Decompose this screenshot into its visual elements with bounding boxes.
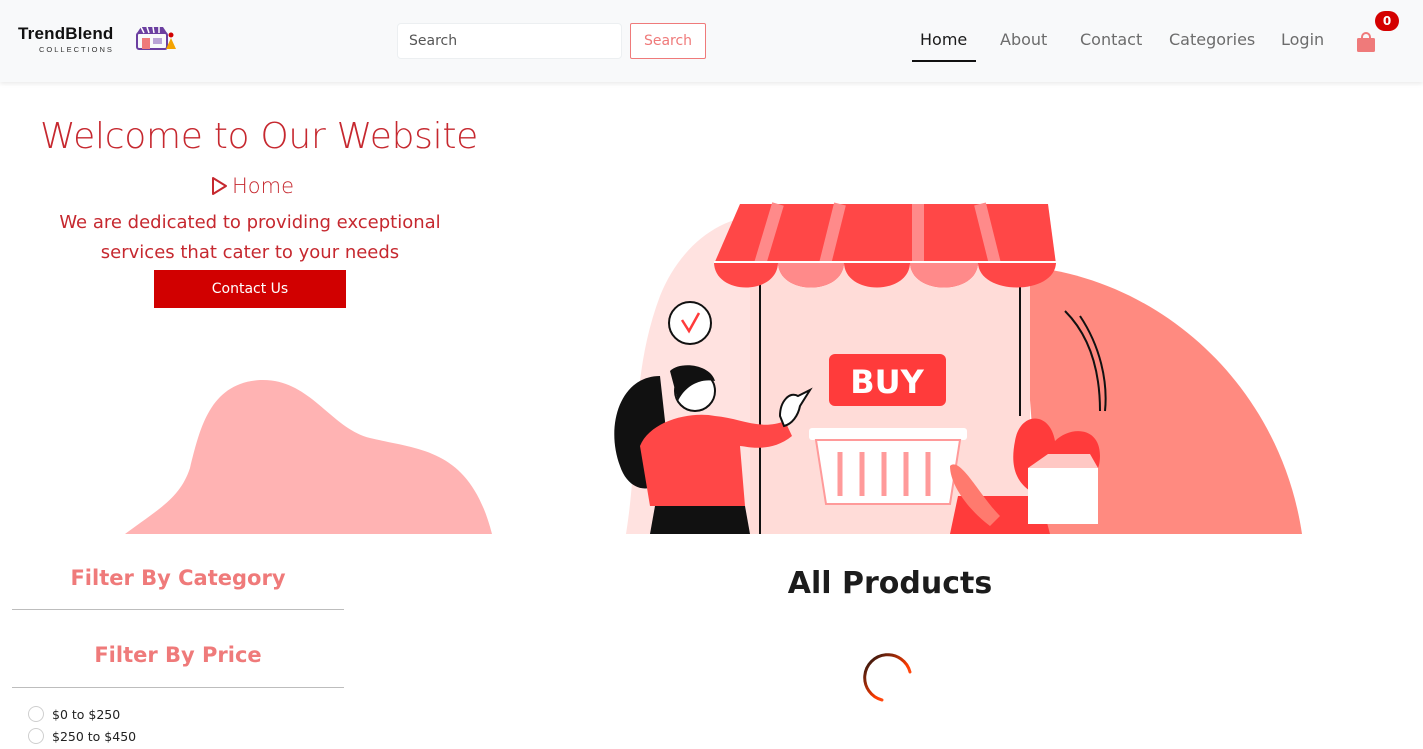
divider	[12, 687, 344, 688]
products-title: All Products	[787, 566, 993, 601]
breadcrumb: Home	[211, 172, 294, 200]
buy-sign-text: BUY	[850, 363, 924, 401]
decorative-blob	[125, 379, 492, 534]
nav-contact-link[interactable]: Contact	[1080, 30, 1142, 49]
nav-active-indicator	[912, 60, 976, 62]
cart-count-badge: 0	[1375, 11, 1399, 31]
filter-category-title: Filter By Category	[70, 566, 286, 590]
shop-illustration: BUY	[614, 202, 1302, 534]
spinner-icon	[863, 653, 912, 702]
shopping-bag-icon[interactable]	[1355, 31, 1377, 53]
radio-button[interactable]	[28, 706, 44, 722]
price-option-0-250[interactable]: $0 to $250	[28, 706, 120, 722]
nav-about-link[interactable]: About	[1000, 30, 1047, 49]
radio-button[interactable]	[28, 728, 44, 744]
divider	[12, 609, 344, 610]
price-option-250-450[interactable]: $250 to $450	[28, 728, 136, 744]
price-option-label: $250 to $450	[52, 728, 137, 744]
brand-subtitle: COLLECTIONS	[39, 45, 114, 54]
nav-login-link[interactable]: Login	[1281, 30, 1324, 49]
search-button[interactable]: Search	[630, 23, 706, 59]
price-option-label: $0 to $250	[52, 706, 121, 722]
brand-logo[interactable]: TrendBlend COLLECTIONS	[18, 24, 178, 58]
search-input[interactable]	[397, 23, 622, 59]
breadcrumb-home[interactable]: Home	[232, 174, 294, 198]
brand-name: TrendBlend	[18, 24, 114, 43]
filter-price-title: Filter By Price	[94, 643, 262, 667]
storefront-icon	[136, 26, 176, 50]
hero-title: Welcome to Our Website	[40, 116, 479, 157]
contact-us-button[interactable]: Contact Us	[154, 270, 346, 308]
navbar: TrendBlend COLLECTIONS Search Home About…	[0, 0, 1423, 82]
nav-categories-link[interactable]: Categories	[1169, 30, 1255, 49]
play-outline-icon	[212, 177, 227, 195]
nav-home-link[interactable]: Home	[920, 30, 967, 49]
hero-description: We are dedicated to providing exceptiona…	[59, 212, 441, 263]
